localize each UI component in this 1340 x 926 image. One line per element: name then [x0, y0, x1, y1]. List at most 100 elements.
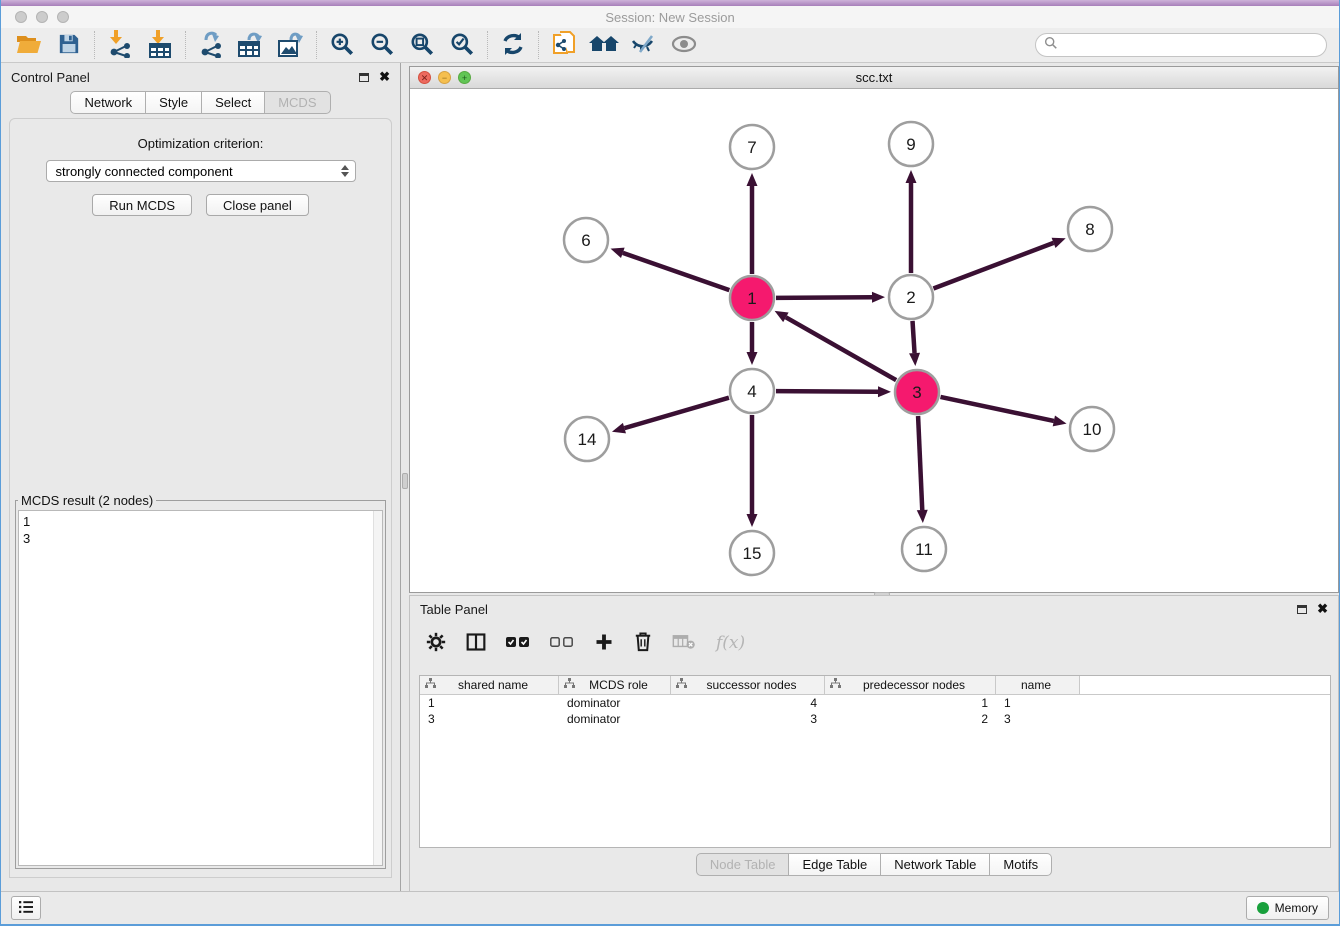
graph-node-label: 1: [747, 289, 756, 308]
edge-arrowhead: [612, 423, 626, 434]
result-scrollbar[interactable]: [373, 511, 382, 865]
edge-2-3[interactable]: [913, 321, 915, 353]
network-titlebar[interactable]: ✕ − + scc.txt: [410, 67, 1338, 89]
table-toolbar: f(x): [410, 622, 1338, 664]
first-neighbors-button[interactable]: [584, 30, 624, 60]
select-stepper-icon: [341, 165, 349, 177]
column-header-MCDS-role[interactable]: MCDS role: [559, 676, 671, 694]
column-header-name[interactable]: name: [996, 676, 1080, 694]
add-column-button[interactable]: [594, 632, 614, 655]
cell-MCDS-role[interactable]: dominator: [559, 712, 671, 726]
toolbar-separator: [316, 31, 317, 59]
save-session-button[interactable]: [49, 30, 89, 60]
export-table-icon: [237, 30, 265, 61]
close-panel-button[interactable]: Close panel: [206, 194, 309, 216]
show-all-button[interactable]: [664, 30, 704, 60]
cell-name[interactable]: 3: [996, 712, 1080, 726]
import-table-button[interactable]: [140, 30, 180, 60]
tab-motifs[interactable]: Motifs: [990, 853, 1052, 876]
network-graph[interactable]: 7968124314101511: [410, 89, 1340, 592]
memory-label: Memory: [1275, 901, 1318, 915]
cell-successor-nodes[interactable]: 4: [671, 696, 825, 710]
export-image-button[interactable]: [271, 30, 311, 60]
export-network-button[interactable]: [191, 30, 231, 60]
edge-3-1[interactable]: [786, 317, 896, 380]
table-row[interactable]: 3dominator323: [420, 711, 1330, 727]
open-folder-icon: [16, 33, 42, 58]
import-network-button[interactable]: [100, 30, 140, 60]
tab-network-table[interactable]: Network Table: [881, 853, 990, 876]
gear-icon: [426, 632, 446, 655]
network-title: scc.txt: [410, 70, 1338, 85]
function-builder-button[interactable]: f(x): [716, 633, 745, 653]
columns-icon: [466, 632, 486, 655]
cell-MCDS-role[interactable]: dominator: [559, 696, 671, 710]
memory-button[interactable]: Memory: [1246, 896, 1329, 920]
table-row[interactable]: 1dominator411: [420, 695, 1330, 711]
tab-network[interactable]: Network: [70, 91, 146, 114]
edge-4-14[interactable]: [624, 398, 729, 428]
unselect-all-columns-button[interactable]: [550, 635, 574, 652]
edge-3-10[interactable]: [940, 397, 1053, 421]
node-table[interactable]: shared nameMCDS rolesuccessor nodesprede…: [419, 675, 1331, 848]
cell-name[interactable]: 1: [996, 696, 1080, 710]
tab-node-table[interactable]: Node Table: [696, 853, 790, 876]
column-tree-icon: [564, 676, 575, 694]
open-session-button[interactable]: [9, 30, 49, 60]
zoom-fit-button[interactable]: [402, 30, 442, 60]
unchecked-boxes-icon: [550, 635, 574, 652]
search-field[interactable]: [1035, 33, 1327, 57]
float-panel-icon[interactable]: [359, 73, 369, 82]
delete-table-icon: [672, 634, 696, 653]
apply-layout-button[interactable]: [493, 30, 533, 60]
optimization-criterion-label: Optimization criterion:: [10, 136, 391, 151]
task-history-button[interactable]: [11, 896, 41, 920]
tab-edge-table[interactable]: Edge Table: [789, 853, 881, 876]
panel-splitter-grip[interactable]: [402, 473, 408, 489]
mcds-result-box[interactable]: 1 3: [18, 510, 383, 866]
float-panel-icon[interactable]: [1297, 605, 1307, 614]
column-header-shared-name[interactable]: shared name: [420, 676, 559, 694]
show-column-panel-button[interactable]: [466, 632, 486, 655]
tab-style[interactable]: Style: [146, 91, 202, 114]
column-header-predecessor-nodes[interactable]: predecessor nodes: [825, 676, 996, 694]
cell-shared-name[interactable]: 3: [420, 712, 559, 726]
network-canvas[interactable]: 7968124314101511: [410, 89, 1338, 592]
cell-predecessor-nodes[interactable]: 2: [825, 712, 996, 726]
delete-column-button[interactable]: [634, 632, 652, 655]
table-settings-button[interactable]: [426, 632, 446, 655]
edge-1-6[interactable]: [623, 253, 730, 290]
zoom-in-icon: [329, 31, 355, 60]
zoom-in-button[interactable]: [322, 30, 362, 60]
zoom-out-button[interactable]: [362, 30, 402, 60]
hide-selected-button[interactable]: [624, 30, 664, 60]
tab-select[interactable]: Select: [202, 91, 265, 114]
edge-3-11[interactable]: [918, 416, 922, 510]
edge-4-3[interactable]: [776, 391, 878, 392]
close-panel-icon[interactable]: ✖: [1317, 604, 1328, 614]
main-toolbar: [1, 28, 1339, 63]
edge-2-8[interactable]: [933, 243, 1053, 289]
cell-successor-nodes[interactable]: 3: [671, 712, 825, 726]
column-header-successor-nodes[interactable]: successor nodes: [671, 676, 825, 694]
edge-arrowhead: [747, 352, 758, 365]
edge-arrowhead: [872, 292, 885, 303]
checked-boxes-icon: [506, 635, 530, 652]
cell-predecessor-nodes[interactable]: 1: [825, 696, 996, 710]
zoom-selected-icon: [449, 31, 475, 60]
search-input[interactable]: [1063, 38, 1326, 52]
delete-table-button[interactable]: [672, 634, 696, 653]
clone-network-style-button[interactable]: [544, 30, 584, 60]
app-titlebar[interactable]: Session: New Session: [1, 6, 1339, 28]
toolbar-separator: [538, 31, 539, 59]
criterion-select[interactable]: strongly connected component: [46, 160, 356, 182]
select-all-columns-button[interactable]: [506, 635, 530, 652]
zoom-selected-button[interactable]: [442, 30, 482, 60]
tab-mcds[interactable]: MCDS: [265, 91, 330, 114]
edge-arrowhead: [611, 248, 625, 258]
close-panel-icon[interactable]: ✖: [379, 72, 390, 82]
edge-1-2[interactable]: [776, 297, 872, 298]
cell-shared-name[interactable]: 1: [420, 696, 559, 710]
run-mcds-button[interactable]: Run MCDS: [92, 194, 192, 216]
export-table-button[interactable]: [231, 30, 271, 60]
